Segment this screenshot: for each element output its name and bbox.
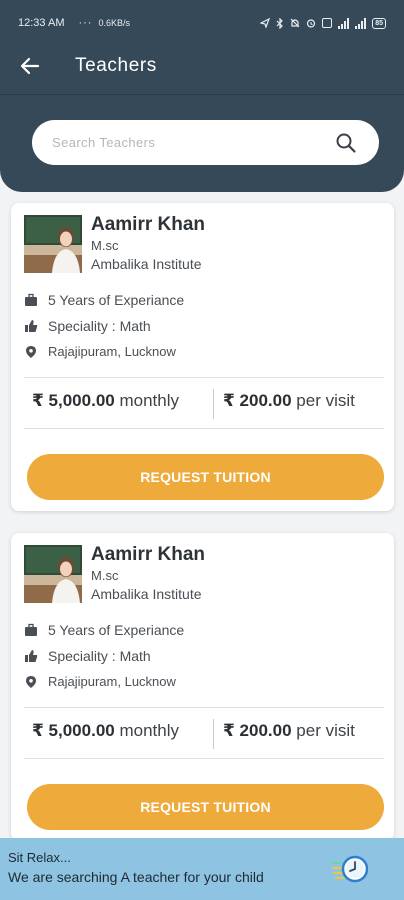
battery-icon: 85 xyxy=(372,17,386,29)
location-pin-icon xyxy=(26,675,36,688)
visit-label: per visit xyxy=(296,391,355,410)
send-icon xyxy=(260,18,271,28)
search-input[interactable] xyxy=(52,120,322,165)
data-saver-icon xyxy=(322,18,333,28)
card-divider xyxy=(24,428,384,429)
teacher-card[interactable]: Aamirr Khan M.sc Ambalika Institute 5 Ye… xyxy=(11,203,394,511)
location-text: Rajajipuram, Lucknow xyxy=(48,674,176,689)
thumbs-up-icon xyxy=(25,320,38,332)
teacher-name: Aamirr Khan xyxy=(91,544,206,565)
signal-icon xyxy=(338,17,350,29)
teacher-institute: Ambalika Institute xyxy=(91,586,202,602)
searching-banner: Sit Relax... We are searching A teacher … xyxy=(0,838,404,900)
location-pin-icon xyxy=(26,345,36,358)
teacher-name: Aamirr Khan xyxy=(91,214,206,235)
experience-row: 5 Years of Experiance xyxy=(24,292,184,308)
bluetooth-icon xyxy=(276,17,284,29)
alarm-icon xyxy=(307,19,316,28)
price-separator xyxy=(213,389,214,419)
card-divider xyxy=(24,758,384,759)
page-title: Teachers xyxy=(75,55,157,76)
thumbs-up-icon xyxy=(25,650,38,662)
visit-label: per visit xyxy=(296,721,355,740)
location-row: Rajajipuram, Lucknow xyxy=(24,344,176,359)
experience-text: 5 Years of Experiance xyxy=(48,292,185,308)
speciality-row: Speciality : Math xyxy=(24,648,151,664)
card-divider xyxy=(24,707,384,708)
header-divider xyxy=(0,94,404,95)
signal-2-icon xyxy=(355,17,367,29)
monthly-price: ₹ 5,000.00 monthly xyxy=(32,391,179,411)
status-net-rate: 0.6KB/s xyxy=(98,18,131,28)
teacher-photo xyxy=(24,545,82,603)
location-row: Rajajipuram, Lucknow xyxy=(24,674,176,689)
experience-row: 5 Years of Experiance xyxy=(24,622,184,638)
monthly-amount: ₹ 5,000.00 xyxy=(32,721,115,740)
search-icon[interactable] xyxy=(335,132,357,154)
app-header: 12:33 AM ··· 0.6KB/s 85 Teachers xyxy=(0,0,404,192)
banner-message: We are searching A teacher for your chil… xyxy=(8,869,264,885)
request-tuition-button[interactable]: REQUEST TUITION xyxy=(27,454,384,500)
status-time: 12:33 AM xyxy=(18,17,65,29)
speciality-text: Speciality : Math xyxy=(48,318,151,334)
request-tuition-button[interactable]: REQUEST TUITION xyxy=(27,784,384,830)
mute-icon xyxy=(290,18,300,28)
speciality-text: Speciality : Math xyxy=(48,648,151,664)
briefcase-icon xyxy=(25,293,37,306)
teacher-degree: M.sc xyxy=(91,568,119,583)
teacher-degree: M.sc xyxy=(91,238,119,253)
experience-text: 5 Years of Experiance xyxy=(48,622,185,638)
teacher-institute: Ambalika Institute xyxy=(91,256,202,272)
visit-amount: ₹ 200.00 xyxy=(223,721,292,740)
visit-price: ₹ 200.00 per visit xyxy=(223,391,355,411)
banner-title: Sit Relax... xyxy=(8,850,71,865)
status-bar: 12:33 AM ··· 0.6KB/s 85 xyxy=(0,0,404,46)
clock-rocket-icon xyxy=(332,855,368,883)
location-text: Rajajipuram, Lucknow xyxy=(48,344,176,359)
arrow-left-icon[interactable] xyxy=(18,54,42,78)
monthly-label: monthly xyxy=(119,391,179,410)
monthly-label: monthly xyxy=(119,721,179,740)
status-icons: 85 xyxy=(260,17,386,29)
price-row: ₹ 5,000.00 monthly ₹ 200.00 per visit xyxy=(11,389,394,419)
teacher-photo xyxy=(24,215,82,273)
price-separator xyxy=(213,719,214,749)
visit-price: ₹ 200.00 per visit xyxy=(223,721,355,741)
card-divider xyxy=(24,377,384,378)
toolbar: Teachers xyxy=(0,46,404,90)
search-box xyxy=(32,120,379,165)
status-more-dots: ··· xyxy=(78,17,93,29)
teacher-card[interactable]: Aamirr Khan M.sc Ambalika Institute 5 Ye… xyxy=(11,533,394,841)
monthly-price: ₹ 5,000.00 monthly xyxy=(32,721,179,741)
speciality-row: Speciality : Math xyxy=(24,318,151,334)
monthly-amount: ₹ 5,000.00 xyxy=(32,391,115,410)
price-row: ₹ 5,000.00 monthly ₹ 200.00 per visit xyxy=(11,719,394,749)
visit-amount: ₹ 200.00 xyxy=(223,391,292,410)
briefcase-icon xyxy=(25,623,37,636)
